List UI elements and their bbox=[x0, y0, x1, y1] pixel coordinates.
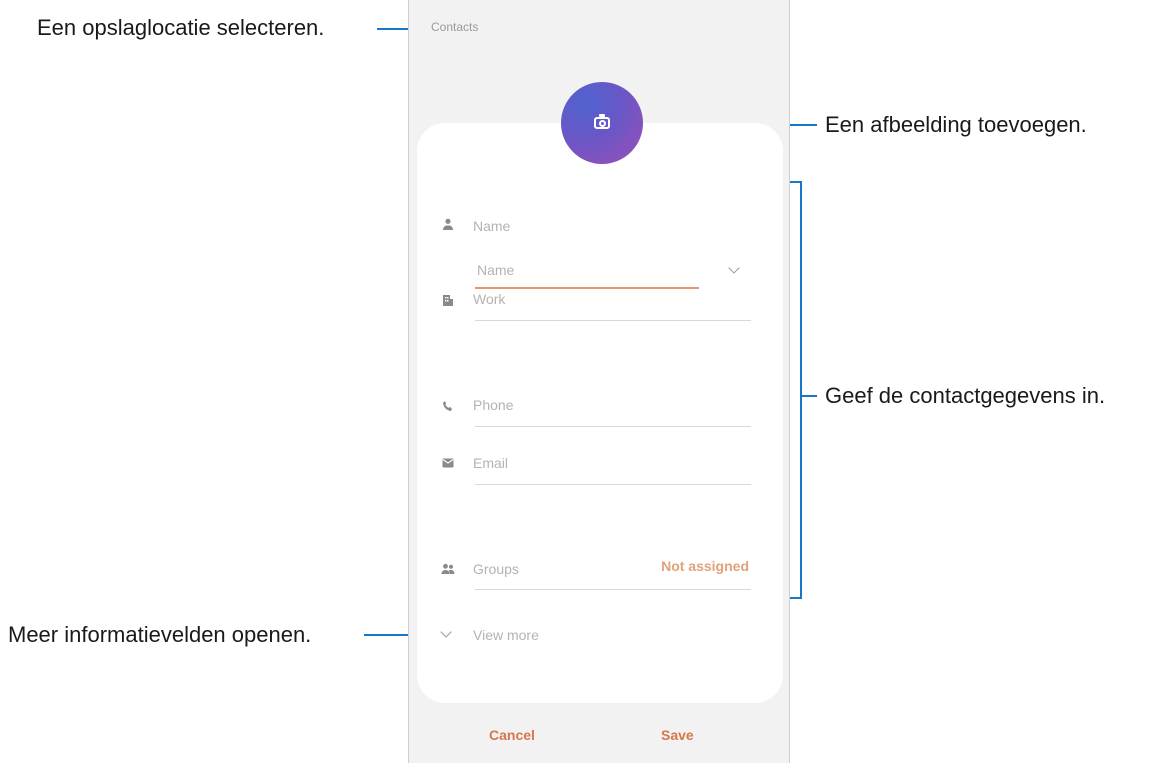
groups-value[interactable]: Not assigned bbox=[661, 558, 749, 574]
phone-icon bbox=[441, 399, 455, 413]
save-button[interactable]: Save bbox=[661, 727, 694, 743]
callout-storage: Een opslaglocatie selecteren. bbox=[37, 15, 325, 40]
phone-field-underline bbox=[475, 426, 751, 427]
groups-field[interactable]: Groups bbox=[473, 561, 519, 577]
camera-icon bbox=[594, 114, 610, 129]
contact-form-card bbox=[417, 123, 783, 703]
email-field-underline bbox=[475, 484, 751, 485]
name-field[interactable]: Name bbox=[473, 218, 510, 234]
callout-more-fields-line bbox=[364, 634, 410, 636]
callout-contact-info: Geef de contactgegevens in. bbox=[825, 383, 1106, 408]
name-field-underline bbox=[475, 287, 699, 289]
storage-location-selector[interactable]: Contacts bbox=[431, 20, 478, 34]
phone-screen: Contacts Name Name Work Phone Email Grou… bbox=[408, 0, 790, 763]
person-icon bbox=[441, 217, 455, 231]
email-field[interactable]: Email bbox=[473, 455, 508, 471]
phone-field[interactable]: Phone bbox=[473, 397, 513, 413]
bracket-tick bbox=[800, 395, 817, 397]
work-field-underline bbox=[475, 320, 751, 321]
view-more-button[interactable]: View more bbox=[473, 627, 539, 643]
cancel-button[interactable]: Cancel bbox=[489, 727, 535, 743]
groups-field-underline bbox=[475, 589, 751, 590]
groups-icon bbox=[441, 562, 455, 576]
callout-image: Een afbeelding toevoegen. bbox=[825, 112, 1087, 137]
callout-more-fields: Meer informatievelden openen. bbox=[8, 622, 312, 647]
name-subfield[interactable]: Name bbox=[477, 262, 514, 278]
work-field[interactable]: Work bbox=[473, 291, 505, 307]
email-icon bbox=[441, 456, 455, 470]
add-image-button[interactable] bbox=[561, 82, 643, 164]
bracket-vertical bbox=[800, 181, 802, 599]
building-icon bbox=[441, 293, 455, 307]
